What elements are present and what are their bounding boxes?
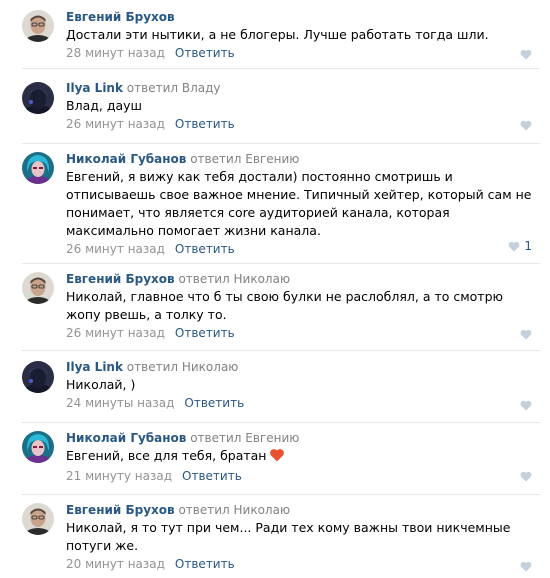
comment-date[interactable]: 20 минут назад bbox=[66, 557, 165, 571]
heart-icon bbox=[520, 120, 532, 130]
heart-icon bbox=[520, 49, 532, 59]
comment-date[interactable]: 28 минут назад bbox=[66, 46, 165, 60]
avatar-nikolay bbox=[22, 431, 54, 463]
avatar-evgeny bbox=[22, 503, 54, 535]
user-avatar[interactable] bbox=[22, 10, 54, 42]
comment-thread: Евгений Брухов Достали эти нытики, а не … bbox=[0, 0, 550, 578]
like-button[interactable] bbox=[502, 46, 532, 62]
comment-divider bbox=[22, 263, 540, 264]
avatar-ilya bbox=[22, 361, 54, 393]
user-avatar[interactable] bbox=[22, 361, 54, 393]
user-avatar[interactable] bbox=[22, 82, 54, 114]
comment-divider bbox=[22, 68, 540, 69]
reply-button[interactable]: Ответить bbox=[175, 117, 235, 131]
reply-button[interactable]: Ответить bbox=[184, 396, 244, 410]
heart-icon bbox=[520, 329, 532, 339]
comment-author[interactable]: Ilya Link bbox=[66, 81, 123, 95]
comment-date[interactable]: 21 минуту назад bbox=[66, 469, 172, 483]
avatar-evgeny bbox=[22, 272, 54, 304]
comment-item: Николай Губанов ответил Евгению Евгений,… bbox=[0, 152, 550, 260]
comment-date[interactable]: 26 минут назад bbox=[66, 242, 165, 256]
comment-item: Ilya Link ответил Владу Влад, дауш 26 ми… bbox=[0, 80, 550, 136]
comment-item: Евгений Брухов ответил Николаю Николай, … bbox=[0, 272, 550, 344]
comment-divider bbox=[22, 143, 540, 144]
replied-to-label[interactable]: ответил Евгению bbox=[190, 431, 299, 445]
comment-author[interactable]: Николай Губанов bbox=[66, 152, 186, 166]
comment-date[interactable]: 24 минуты назад bbox=[66, 396, 174, 410]
heart-icon bbox=[520, 471, 532, 481]
like-button[interactable] bbox=[502, 117, 532, 133]
like-button[interactable] bbox=[502, 397, 532, 413]
comment-text: Николай, главное что б ты свою булки не … bbox=[66, 289, 504, 322]
reply-button[interactable]: Ответить bbox=[182, 469, 242, 483]
heart-icon bbox=[520, 561, 532, 571]
replied-to-label[interactable]: ответил Евгению bbox=[190, 152, 299, 166]
comment-divider bbox=[22, 350, 540, 351]
comment-text: Достали эти нытики, а не блогеры. Лучше … bbox=[66, 27, 489, 42]
comment-text: Евгений, все для тебя, братан bbox=[66, 448, 267, 463]
like-button[interactable] bbox=[502, 326, 532, 342]
like-button[interactable] bbox=[502, 558, 532, 574]
comment-text: Евгений, я вижу как тебя достали) постоя… bbox=[66, 169, 532, 238]
comment-author[interactable]: Николай Губанов bbox=[66, 431, 186, 445]
user-avatar[interactable] bbox=[22, 152, 54, 184]
heart-icon bbox=[520, 400, 532, 410]
avatar-ilya bbox=[22, 82, 54, 114]
replied-to-label[interactable]: ответил Владу bbox=[127, 81, 221, 95]
comment-author[interactable]: Евгений Брухов bbox=[66, 10, 175, 24]
replied-to-label[interactable]: ответил Николаю bbox=[178, 272, 290, 286]
like-button[interactable]: 1 bbox=[502, 238, 532, 254]
reply-button[interactable]: Ответить bbox=[175, 46, 235, 60]
comment-text: Влад, дауш bbox=[66, 98, 142, 113]
comment-author[interactable]: Ilya Link bbox=[66, 360, 123, 374]
comment-author[interactable]: Евгений Брухов bbox=[66, 272, 175, 286]
reply-button[interactable]: Ответить bbox=[175, 242, 235, 256]
comment-text: Николай, я то тут при чем... Ради тех ко… bbox=[66, 520, 511, 553]
comment-date[interactable]: 26 минут назад bbox=[66, 326, 165, 340]
heart-icon bbox=[508, 241, 520, 251]
comment-divider bbox=[22, 422, 540, 423]
user-avatar[interactable] bbox=[22, 503, 54, 535]
comment-date[interactable]: 26 минут назад bbox=[66, 117, 165, 131]
reply-button[interactable]: Ответить bbox=[175, 326, 235, 340]
replied-to-label[interactable]: ответил Николаю bbox=[178, 503, 290, 517]
avatar-evgeny bbox=[22, 10, 54, 42]
reply-button[interactable]: Ответить bbox=[175, 557, 235, 571]
heart-emoji-icon bbox=[269, 448, 285, 467]
comment-divider bbox=[22, 494, 540, 495]
replied-to-label[interactable]: ответил Николаю bbox=[127, 360, 239, 374]
comment-item: Евгений Брухов Достали эти нытики, а не … bbox=[0, 10, 550, 60]
like-button[interactable] bbox=[502, 468, 532, 484]
like-count: 1 bbox=[524, 239, 532, 253]
comment-item: Николай Губанов ответил Евгению Евгений,… bbox=[0, 431, 550, 487]
comment-item: Ilya Link ответил Николаю Николай, ) 24 … bbox=[0, 359, 550, 415]
comment-text: Николай, ) bbox=[66, 377, 136, 392]
user-avatar[interactable] bbox=[22, 431, 54, 463]
comment-author[interactable]: Евгений Брухов bbox=[66, 503, 175, 517]
comment-item: Евгений Брухов ответил Николаю Николай, … bbox=[0, 503, 550, 575]
avatar-nikolay bbox=[22, 152, 54, 184]
user-avatar[interactable] bbox=[22, 272, 54, 304]
